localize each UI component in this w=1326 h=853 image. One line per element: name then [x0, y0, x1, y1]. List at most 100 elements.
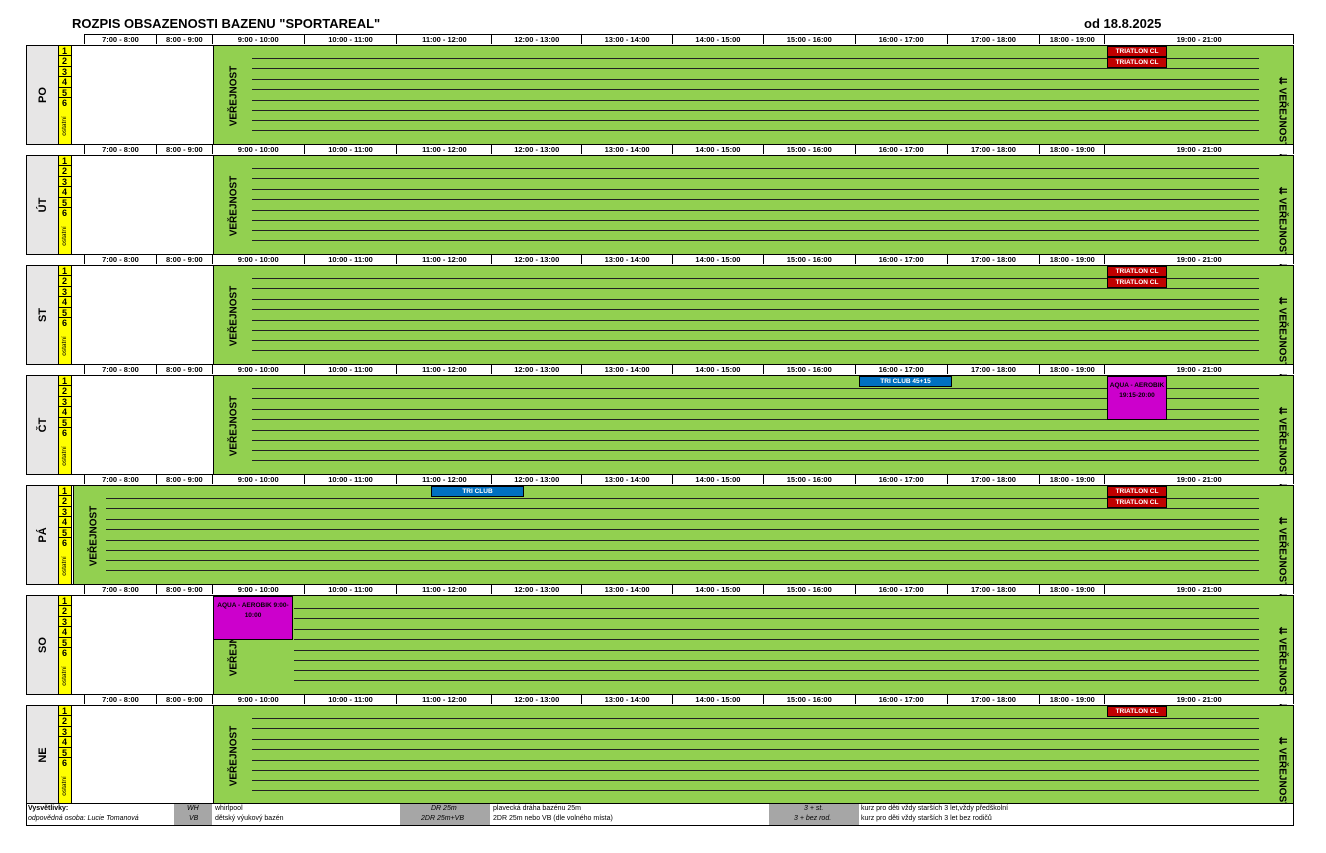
legend-desc: whirlpool: [215, 805, 243, 812]
public-label-right: ⇊ VEŘEJNOST ⇊: [1276, 516, 1288, 600]
other-lane-label: ostatní: [61, 335, 68, 356]
lane-number: 5: [59, 87, 71, 98]
time-slot-label: 10:00 - 11:00: [305, 365, 398, 374]
booking-block[interactable]: TRI CLUB 45+15: [859, 376, 952, 387]
legend-code: 3 + bez rod.: [794, 815, 832, 822]
time-slot-label: 13:00 - 14:00: [582, 35, 673, 44]
time-slot-label: 15:00 - 16:00: [764, 475, 856, 484]
time-slot-label: 12:00 - 13:00: [492, 585, 583, 594]
other-lane-label: ostatní: [61, 665, 68, 686]
day-row: PO 1 2 3 4 5 6 ostatní VEŘEJNOST ⇊ VEŘEJNOST ⇊ TRI…: [26, 45, 1294, 160]
lane-number: 2: [59, 716, 71, 727]
time-slot-label: 16:00 - 17:00: [856, 35, 948, 44]
lane-number: 5: [59, 637, 71, 648]
time-header: 7:00 - 8:00 8:00 - 9:00 9:00 - 10:00 10:00 …: [84, 694, 1294, 704]
booking-block[interactable]: AQUA - AEROBIK 19:15-20:00: [1107, 376, 1167, 420]
time-slot-label: 17:00 - 18:00: [948, 695, 1041, 704]
legend-desc: kurz pro děti vždy starších 3 let,vždy p…: [861, 805, 1009, 812]
lane-number: 3: [59, 616, 71, 628]
other-lane-label: ostatní: [61, 115, 68, 136]
time-slot-label: 7:00 - 8:00: [85, 35, 157, 44]
booking-block[interactable]: TRIATLON CL: [1107, 706, 1167, 717]
lane-number: 1: [59, 156, 71, 167]
time-slot-label: 18:00 - 19:00: [1040, 585, 1106, 594]
other-lane-label: ostatní: [61, 445, 68, 466]
time-slot-label: 17:00 - 18:00: [948, 365, 1041, 374]
lane-number: 1: [59, 486, 71, 497]
public-label: VEŘEJNOST: [88, 505, 100, 567]
time-slot-label: 7:00 - 8:00: [85, 475, 157, 484]
time-slot-label: 10:00 - 11:00: [305, 475, 398, 484]
booking-block[interactable]: TRIATLON CL: [1107, 277, 1167, 288]
other-lane: ostatní: [59, 327, 71, 364]
time-slot-label: 15:00 - 16:00: [764, 35, 856, 44]
time-slot-label: 9:00 - 10:00: [213, 475, 305, 484]
time-slot-label: 8:00 - 9:00: [157, 255, 213, 264]
public-label-right: ⇊ VEŘEJNOST ⇊: [1276, 406, 1288, 490]
day-label: NE: [27, 706, 59, 804]
time-slot-label: 16:00 - 17:00: [856, 585, 948, 594]
time-slot-label: 15:00 - 16:00: [764, 365, 856, 374]
lane-number: 4: [59, 627, 71, 638]
time-slot-label: 11:00 - 12:00: [397, 255, 493, 264]
time-slot-label: 17:00 - 18:00: [948, 585, 1041, 594]
time-slot-label: 8:00 - 9:00: [157, 585, 213, 594]
booking-block[interactable]: TRIATLON CL: [1107, 486, 1167, 497]
other-lane: ostatní: [59, 217, 71, 254]
time-slot-label: 12:00 - 13:00: [492, 35, 583, 44]
lane-number: 3: [59, 66, 71, 78]
time-slot-label: 8:00 - 9:00: [157, 695, 213, 704]
lane-number: 4: [59, 737, 71, 748]
day-label-text: PO: [36, 87, 49, 103]
time-header: 7:00 - 8:00 8:00 - 9:00 9:00 - 10:00 10:00 …: [84, 254, 1294, 264]
public-label: VEŘEJNOST: [228, 175, 240, 237]
day-label-text: ST: [36, 307, 49, 323]
lane-number: 5: [59, 197, 71, 208]
booking-block[interactable]: TRIATLON CL: [1107, 46, 1167, 57]
public-label-right: ⇊ VEŘEJNOST ⇊: [1276, 296, 1288, 380]
time-slot-label: 15:00 - 16:00: [764, 695, 856, 704]
booking-block[interactable]: AQUA - AEROBIK 9:00-10:00: [213, 596, 293, 640]
time-slot-label: 9:00 - 10:00: [213, 255, 305, 264]
lane-number: 2: [59, 166, 71, 177]
time-slot-label: 18:00 - 19:00: [1040, 145, 1106, 154]
time-slot-label: 7:00 - 8:00: [85, 365, 157, 374]
lane-number: 4: [59, 517, 71, 528]
time-slot-label: 14:00 - 15:00: [673, 475, 764, 484]
day-label-text: ČT: [36, 417, 49, 433]
time-slot-label: 10:00 - 11:00: [305, 695, 398, 704]
lane-number: 3: [59, 176, 71, 188]
time-slot-label: 8:00 - 9:00: [157, 365, 213, 374]
time-slot-label: 19:00 - 21:00: [1176, 365, 1222, 374]
other-lane: ostatní: [59, 107, 71, 144]
time-slot-label: 7:00 - 8:00: [85, 585, 157, 594]
lane-numbers: 1 2 3 4 5 6 ostatní: [59, 46, 72, 144]
day-row: PÁ 1 2 3 4 5 6 ostatní VEŘEJNOST ⇊ VEŘEJNOST ⇊ TRI…: [26, 485, 1294, 600]
booking-block[interactable]: TRI CLUB: [431, 486, 524, 497]
legend-code: 2DR 25m+VB: [421, 815, 464, 822]
time-slot-label: 9:00 - 10:00: [213, 365, 305, 374]
time-slot-label: 12:00 - 13:00: [492, 695, 583, 704]
legend-code: DR 25m: [431, 805, 457, 812]
other-lane-label: ostatní: [61, 775, 68, 796]
lane-number: 1: [59, 376, 71, 387]
time-slot-label: 9:00 - 10:00: [213, 145, 305, 154]
legend-code: 3 + st.: [804, 805, 824, 812]
lane-number: 5: [59, 307, 71, 318]
public-label: VEŘEJNOST: [228, 395, 240, 457]
booking-block[interactable]: TRIATLON CL: [1107, 57, 1167, 68]
time-slot-label: 18:00 - 19:00: [1040, 695, 1106, 704]
time-slot-label: 11:00 - 12:00: [397, 475, 493, 484]
public-label-right: ⇊ VEŘEJNOST ⇊: [1276, 76, 1288, 160]
booking-block[interactable]: TRIATLON CL: [1107, 497, 1167, 508]
time-slot-label: 11:00 - 12:00: [397, 145, 493, 154]
lane-numbers: 1 2 3 4 5 6 ostatní: [59, 376, 72, 474]
time-slot-label: 14:00 - 15:00: [673, 585, 764, 594]
time-slot-label: 17:00 - 18:00: [948, 35, 1041, 44]
time-slot-label: 15:00 - 16:00: [764, 585, 856, 594]
time-slot-label: 8:00 - 9:00: [157, 475, 213, 484]
other-lane: ostatní: [59, 547, 71, 584]
time-slot-label: 9:00 - 10:00: [213, 35, 305, 44]
booking-block[interactable]: TRIATLON CL: [1107, 266, 1167, 277]
time-header: 7:00 - 8:00 8:00 - 9:00 9:00 - 10:00 10:00 …: [84, 34, 1294, 44]
